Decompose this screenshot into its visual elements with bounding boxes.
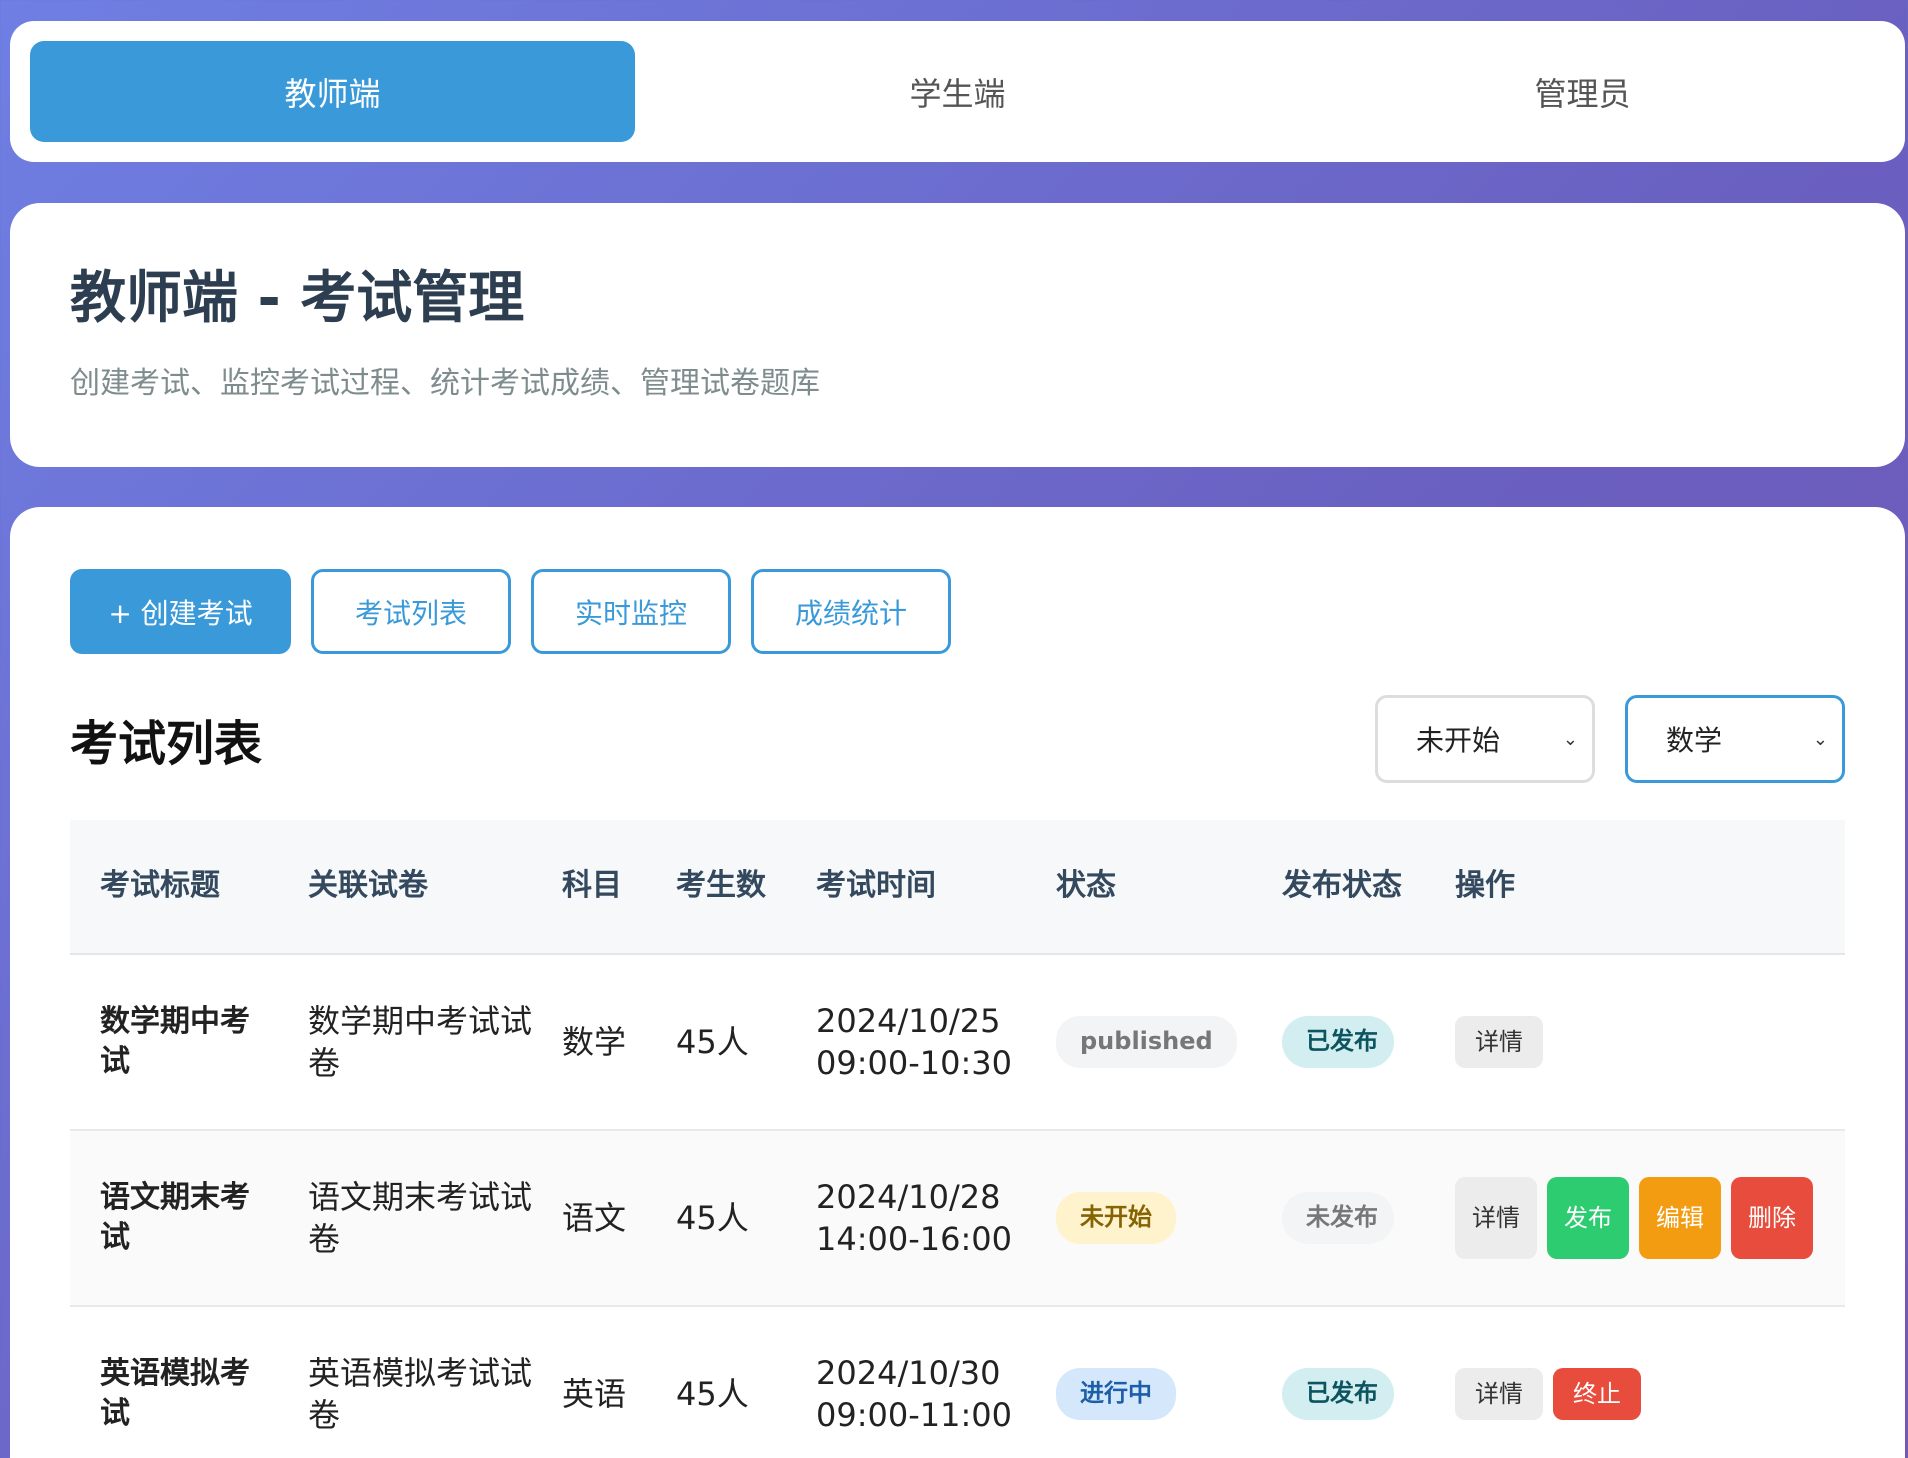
tab-student[interactable]: 学生端 [655, 41, 1260, 142]
col-count: 考生数 [676, 868, 766, 904]
exam-title: 英语模拟考试 [100, 1356, 250, 1431]
exam-time: 2024/10/30 09:00-11:00 [816, 1353, 1012, 1434]
status-filter-select[interactable]: 未开始 ⌄ [1375, 695, 1595, 783]
exam-count: 45人 [676, 1374, 749, 1413]
main-card: + 创建考试 考试列表 实时监控 成绩统计 考试列表 未开始 ⌄ 数学 ⌄ 考试… [10, 507, 1905, 1458]
exam-paper: 语文期末考试试卷 [308, 1177, 533, 1258]
status-badge: 进行中 [1056, 1368, 1176, 1420]
live-monitor-button[interactable]: 实时监控 [531, 569, 731, 654]
row-actions: 详情 终止 [1455, 1368, 1845, 1420]
table-header-row: 考试标题 关联试卷 科目 考生数 考试时间 状态 发布状态 操作 [70, 820, 1845, 954]
col-title: 考试标题 [100, 868, 220, 904]
detail-button[interactable]: 详情 [1455, 1177, 1537, 1259]
exam-paper: 数学期中考试试卷 [308, 1001, 533, 1082]
publish-button[interactable]: 发布 [1547, 1177, 1629, 1259]
exam-subject: 语文 [562, 1198, 627, 1237]
status-badge: published [1056, 1016, 1237, 1068]
tab-admin[interactable]: 管理员 [1280, 41, 1885, 142]
publish-badge: 已发布 [1282, 1016, 1394, 1068]
status-filter-value: 未开始 [1416, 724, 1501, 757]
subject-filter-select[interactable]: 数学 ⌄ [1625, 695, 1845, 783]
col-paper: 关联试卷 [308, 868, 428, 904]
col-time: 考试时间 [816, 868, 936, 904]
table-row: 语文期末考试 语文期末考试试卷 语文 45人 2024/10/28 14:00-… [70, 1130, 1845, 1306]
publish-badge: 已发布 [1282, 1368, 1394, 1420]
list-title: 考试列表 [70, 716, 263, 772]
col-subject: 科目 [562, 868, 622, 904]
row-actions: 详情 发布 编辑 删除 [1455, 1177, 1845, 1259]
edit-button[interactable]: 编辑 [1639, 1177, 1721, 1259]
status-badge: 未开始 [1056, 1192, 1176, 1244]
page-title: 教师端 - 考试管理 [70, 266, 525, 331]
chevron-down-icon: ⌄ [1562, 728, 1578, 750]
score-stats-button[interactable]: 成绩统计 [751, 569, 951, 654]
exam-time: 2024/10/28 14:00-16:00 [816, 1177, 1012, 1258]
filters: 未开始 ⌄ 数学 ⌄ [1375, 695, 1845, 783]
chevron-down-icon: ⌄ [1812, 728, 1828, 750]
role-tabs: 教师端 学生端 管理员 [10, 21, 1905, 162]
page-subtitle: 创建考试、监控考试过程、统计考试成绩、管理试卷题库 [70, 366, 820, 402]
detail-button[interactable]: 详情 [1455, 1016, 1543, 1068]
table-row: 英语模拟考试 英语模拟考试试卷 英语 45人 2024/10/30 09:00-… [70, 1306, 1845, 1458]
exam-list-button[interactable]: 考试列表 [311, 569, 511, 654]
table-row: 数学期中考试 数学期中考试试卷 数学 45人 2024/10/25 09:00-… [70, 954, 1845, 1130]
exam-count: 45人 [676, 1022, 749, 1061]
exam-title: 数学期中考试 [100, 1004, 250, 1079]
subject-filter-value: 数学 [1666, 724, 1723, 757]
detail-button[interactable]: 详情 [1455, 1368, 1543, 1420]
create-exam-button[interactable]: + 创建考试 [70, 569, 291, 654]
list-header: 考试列表 未开始 ⌄ 数学 ⌄ [70, 694, 1845, 784]
row-actions: 详情 [1455, 1016, 1845, 1068]
exam-time: 2024/10/25 09:00-10:30 [816, 1001, 1012, 1082]
col-publish: 发布状态 [1282, 868, 1402, 904]
exam-subject: 英语 [562, 1374, 627, 1413]
col-ops: 操作 [1455, 868, 1515, 904]
delete-button[interactable]: 删除 [1731, 1177, 1813, 1259]
col-status: 状态 [1056, 868, 1116, 904]
exam-title: 语文期末考试 [100, 1180, 250, 1255]
stop-button[interactable]: 终止 [1553, 1368, 1641, 1420]
action-row: + 创建考试 考试列表 实时监控 成绩统计 [70, 569, 1845, 654]
exam-count: 45人 [676, 1198, 749, 1237]
exam-paper: 英语模拟考试试卷 [308, 1353, 533, 1434]
publish-badge: 未发布 [1282, 1192, 1394, 1244]
exam-subject: 数学 [562, 1022, 627, 1061]
tab-teacher[interactable]: 教师端 [30, 41, 635, 142]
exam-table: 考试标题 关联试卷 科目 考生数 考试时间 状态 发布状态 操作 数学期中考试 … [70, 820, 1845, 1458]
header-card: 教师端 - 考试管理 创建考试、监控考试过程、统计考试成绩、管理试卷题库 [10, 203, 1905, 467]
